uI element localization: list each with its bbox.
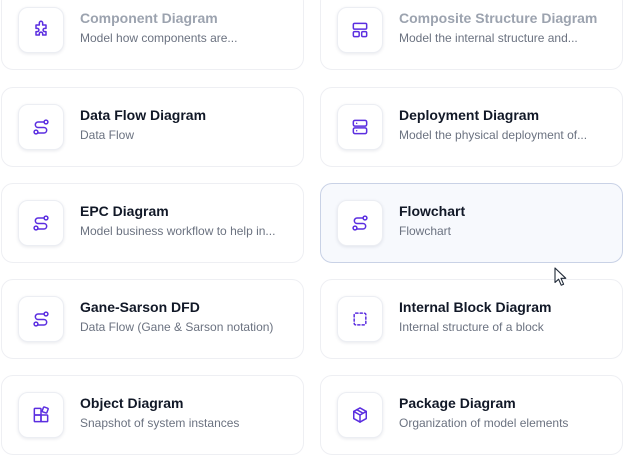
card-title: Gane-Sarson DFD [80,299,200,315]
card-description: Snapshot of system instances [80,416,240,430]
card-title: EPC Diagram [80,203,169,219]
card-title: Package Diagram [399,395,516,411]
card-title: Composite Structure Diagram [399,10,598,26]
card-description: Internal structure of a block [399,320,544,334]
server-icon [337,104,383,150]
card-description: Data Flow (Gane & Sarson notation) [80,320,274,334]
flow-route-icon [337,200,383,246]
card-flowchart[interactable]: Flowchart Flowchart [320,183,623,263]
card-title: Object Diagram [80,395,184,411]
card-description: Model the physical deployment of... [399,128,588,142]
mouse-cursor-icon [554,267,567,286]
card-object-diagram[interactable]: Object Diagram Snapshot of system instan… [1,375,304,455]
dashed-square-icon [337,296,383,342]
card-gane-sarson-dfd[interactable]: Gane-Sarson DFD Data Flow (Gane & Sarson… [1,279,304,359]
flow-route-icon [18,200,64,246]
card-data-flow-diagram[interactable]: Data Flow Diagram Data Flow [1,87,304,167]
card-title: Component Diagram [80,10,218,26]
package-box-icon [337,392,383,438]
flow-route-icon [18,104,64,150]
card-description: Flowchart [399,224,452,238]
card-description: Data Flow [80,128,135,142]
puzzle-icon [18,7,64,53]
card-title: Data Flow Diagram [80,107,207,123]
card-title: Internal Block Diagram [399,299,552,315]
card-deployment-diagram[interactable]: Deployment Diagram Model the physical de… [320,87,623,167]
card-title: Deployment Diagram [399,107,540,123]
card-title: Flowchart [399,203,466,219]
layout-blocks-icon [337,7,383,53]
card-description: Organization of model elements [399,416,569,430]
card-description: Model how components are... [80,31,238,45]
card-package-diagram[interactable]: Package Diagram Organization of model el… [320,375,623,455]
diagram-type-grid: Component Diagram Model how components a… [0,0,623,455]
card-internal-block-diagram[interactable]: Internal Block Diagram Internal structur… [320,279,623,359]
card-description: Model the internal structure and... [399,31,578,45]
card-epc-diagram[interactable]: EPC Diagram Model business workflow to h… [1,183,304,263]
card-composite-structure-diagram[interactable]: Composite Structure Diagram Model the in… [320,0,623,70]
card-component-diagram[interactable]: Component Diagram Model how components a… [1,0,304,70]
card-description: Model business workflow to help in... [80,224,276,238]
flow-route-icon [18,296,64,342]
shapes-icon [18,392,64,438]
